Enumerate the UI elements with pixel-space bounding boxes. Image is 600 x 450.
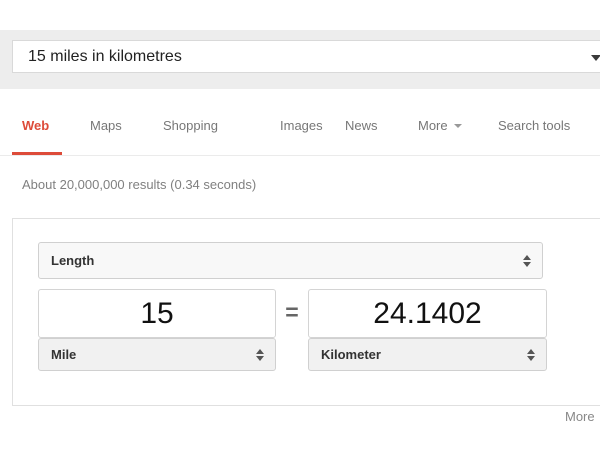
caret-down-icon [454,124,462,128]
from-unit-value: Mile [51,347,76,362]
tab-news[interactable]: News [345,118,378,133]
unit-converter-card: Length = Mile Kilometer [12,218,600,406]
equals-sign: = [276,289,308,338]
more-link[interactable]: More [565,409,595,424]
tab-more-label: More [418,118,448,133]
from-unit-select[interactable]: Mile [38,338,276,371]
to-value-input[interactable] [308,289,547,338]
category-select-value: Length [51,253,94,268]
tab-shopping[interactable]: Shopping [163,118,218,133]
tab-more[interactable]: More [418,118,462,133]
tab-web[interactable]: Web [22,118,49,133]
search-input[interactable] [12,40,600,73]
search-dropdown-caret-icon[interactable] [591,55,600,61]
to-unit-select[interactable]: Kilometer [308,338,547,371]
tab-maps[interactable]: Maps [90,118,122,133]
up-down-arrows-icon [526,349,536,361]
category-select[interactable]: Length [38,242,543,279]
tabs-bar: Web Maps Shopping Images News More Searc… [0,89,600,156]
search-band [0,30,600,89]
up-down-arrows-icon [255,349,265,361]
tab-search-tools[interactable]: Search tools [498,118,570,133]
active-tab-underline [12,152,62,155]
result-stats: About 20,000,000 results (0.34 seconds) [22,177,256,192]
to-unit-value: Kilometer [321,347,381,362]
from-value-input[interactable] [38,289,276,338]
up-down-arrows-icon [522,255,532,267]
tab-images[interactable]: Images [280,118,323,133]
